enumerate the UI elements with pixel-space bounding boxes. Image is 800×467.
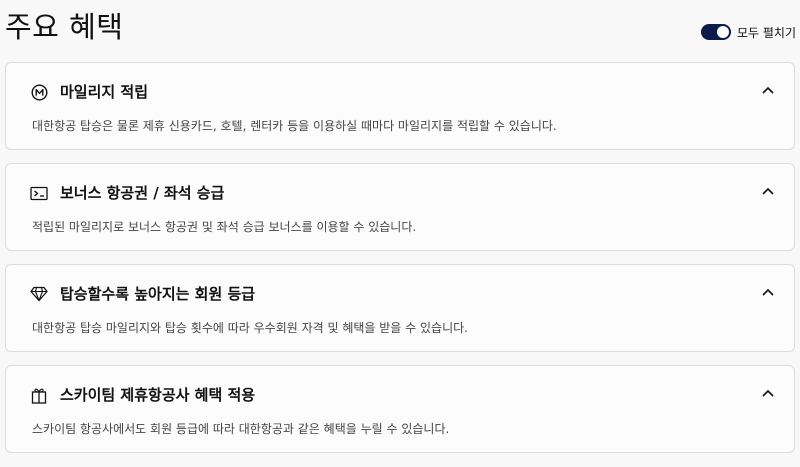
page-header: 주요 혜택 모두 펼치기 — [0, 0, 800, 58]
chevron-up-icon[interactable] — [761, 184, 775, 198]
expand-all-toggle[interactable]: 모두 펼치기 — [700, 22, 796, 42]
toggle-label: 모두 펼치기 — [736, 25, 796, 40]
diamond-icon — [30, 285, 48, 303]
benefit-card-mileage: 마일리지 적립 대한항공 탑승은 물론 제휴 신용카드, 호텔, 렌터카 등을 … — [5, 62, 795, 150]
benefit-card-header[interactable]: 스카이팀 제휴항공사 혜택 적용 — [6, 366, 794, 418]
toggle-knob — [716, 26, 729, 38]
chevron-up-icon[interactable] — [761, 83, 775, 97]
benefit-card-tier: 탑승할수록 높아지는 회원 등급 대한항공 탑승 마일리지와 탑승 횟수에 따라… — [5, 264, 795, 352]
toggle-switch[interactable] — [700, 24, 731, 40]
benefit-title: 보너스 항공권 / 좌석 승급 — [60, 184, 225, 202]
benefit-card-header[interactable]: 마일리지 적립 — [6, 63, 794, 115]
benefits-page: 주요 혜택 모두 펼치기 마일리지 적립 대한항공 탑승은 물론 제휴 신용카드… — [0, 0, 800, 467]
gift-icon — [30, 386, 48, 404]
benefit-description: 대한항공 탑승 마일리지와 탑승 횟수에 따라 우수회원 자격 및 혜택을 받을… — [32, 321, 468, 335]
benefit-description: 스카이팀 항공사에서도 회원 등급에 따라 대한항공과 같은 혜택을 누릴 수 … — [32, 422, 450, 436]
benefit-title: 탑승할수록 높아지는 회원 등급 — [60, 285, 256, 303]
benefit-title: 마일리지 적립 — [60, 83, 149, 101]
page-title: 주요 혜택 — [5, 10, 124, 44]
benefit-title: 스카이팀 제휴항공사 혜택 적용 — [60, 386, 256, 404]
benefit-description: 대한항공 탑승은 물론 제휴 신용카드, 호텔, 렌터카 등을 이용하실 때마다… — [32, 119, 557, 133]
mileage-coin-icon — [30, 83, 48, 101]
benefit-card-header[interactable]: 탑승할수록 높아지는 회원 등급 — [6, 265, 794, 317]
chevron-up-icon[interactable] — [761, 285, 775, 299]
chevron-up-icon[interactable] — [761, 386, 775, 400]
benefit-description: 적립된 마일리지로 보너스 항공권 및 좌석 승급 보너스를 이용할 수 있습니… — [32, 220, 417, 234]
benefit-card-bonus: 보너스 항공권 / 좌석 승급 적립된 마일리지로 보너스 항공권 및 좌석 승… — [5, 163, 795, 251]
benefit-card-skyteam: 스카이팀 제휴항공사 혜택 적용 스카이팀 항공사에서도 회원 등급에 따라 대… — [5, 365, 795, 453]
benefit-card-header[interactable]: 보너스 항공권 / 좌석 승급 — [6, 164, 794, 216]
ticket-icon — [30, 184, 48, 202]
